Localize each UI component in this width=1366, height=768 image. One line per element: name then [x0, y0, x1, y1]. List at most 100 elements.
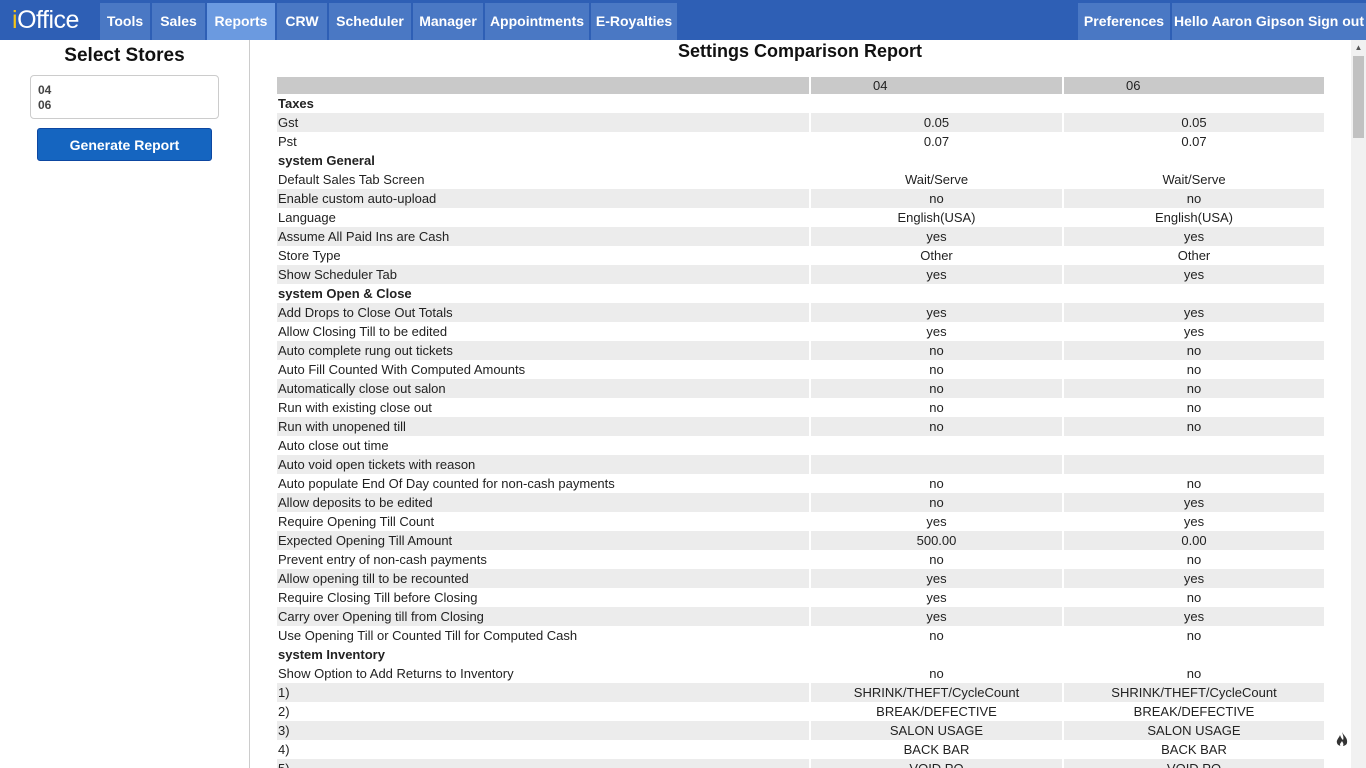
- setting-name: 5): [277, 759, 809, 768]
- store-06-value: SALON USAGE: [1064, 721, 1324, 740]
- comparison-table-body: 04 06 Taxes Gst 0.05 0.05 Pst 0.07 0.07 system …: [277, 77, 1324, 768]
- nav-scheduler[interactable]: Scheduler: [329, 3, 411, 40]
- store-04-value: BACK BAR: [903, 742, 970, 757]
- setting-name: Carry over Opening till from Closing: [277, 607, 809, 626]
- store-06-value: [1064, 151, 1324, 170]
- store-06-value: no: [1064, 341, 1324, 360]
- store-06-value: yes: [1064, 607, 1324, 626]
- table-row: Auto Fill Counted With Computed Amounts n…: [277, 360, 1324, 379]
- setting-name: Taxes: [278, 96, 314, 111]
- table-row: Prevent entry of non-cash payments no no: [277, 550, 1324, 569]
- report-title: Settings Comparison Report: [677, 41, 923, 61]
- setting-name: Allow Closing Till to be edited: [278, 324, 448, 339]
- header-setting: [277, 77, 809, 94]
- store-04-value: [811, 455, 1062, 474]
- table-row: Show Option to Add Returns to Inventory n…: [277, 664, 1324, 683]
- store-06-value: Other: [1177, 248, 1211, 263]
- store-04-value: yes: [811, 607, 1062, 626]
- setting-name: Show Scheduler Tab: [277, 265, 809, 284]
- store-06-value: no: [1186, 628, 1202, 643]
- setting-name: 1): [277, 683, 809, 702]
- nav-appointments[interactable]: Appointments: [485, 3, 589, 40]
- store-04-value: no: [811, 417, 1062, 436]
- store-06-value: yes: [1064, 227, 1324, 246]
- table-row: Require Opening Till Count yes yes: [277, 512, 1324, 531]
- store-04-value: yes: [811, 265, 1062, 284]
- store-06-value: yes: [1064, 569, 1324, 588]
- store-06-value: no: [1064, 417, 1324, 436]
- store-04-value: [811, 645, 1062, 664]
- setting-name: Enable custom auto-upload: [277, 189, 809, 208]
- store-06-value: no: [1064, 189, 1324, 208]
- nav-manager[interactable]: Manager: [413, 3, 483, 40]
- setting-name: Run with unopened till: [277, 417, 809, 436]
- setting-name: Auto populate End Of Day counted for non…: [278, 476, 615, 491]
- setting-name: Auto complete rung out tickets: [277, 341, 809, 360]
- table-row: Pst 0.07 0.07: [277, 132, 1324, 151]
- store-option[interactable]: 04: [38, 83, 211, 98]
- store-04-value: no: [929, 362, 944, 377]
- setting-name: Run with existing close out: [278, 400, 432, 415]
- section-header-row: system Open & Close: [277, 284, 1324, 303]
- store-option[interactable]: 06: [38, 98, 211, 113]
- store-04-value: [811, 151, 1062, 170]
- arrow-up-icon[interactable]: ▲: [1351, 40, 1366, 55]
- table-row: Auto populate End Of Day counted for non…: [277, 474, 1324, 493]
- store-06-value: no: [1186, 666, 1202, 681]
- setting-name: Language: [278, 210, 336, 225]
- store-06-value: [1064, 455, 1324, 474]
- logo[interactable]: iOffice: [0, 0, 98, 40]
- table-row: Assume All Paid Ins are Cash yes yes: [277, 227, 1324, 246]
- nav-reports[interactable]: Reports: [207, 3, 275, 40]
- nav-preferences[interactable]: Preferences: [1078, 3, 1170, 40]
- setting-name: Require Opening Till Count: [278, 514, 435, 529]
- setting-name: Show Option to Add Returns to Inventory: [278, 666, 514, 681]
- setting-name: Allow opening till to be recounted: [277, 569, 809, 588]
- generate-report-button[interactable]: Generate Report: [37, 128, 212, 161]
- store-06-value: [1064, 94, 1324, 113]
- table-row: Add Drops to Close Out Totals yes yes: [277, 303, 1324, 322]
- vertical-scrollbar[interactable]: ▲: [1351, 40, 1366, 768]
- table-row: Auto void open tickets with reason: [277, 455, 1324, 474]
- sidebar: Select Stores 04 06 Generate Report: [0, 40, 250, 768]
- store-04-value: no: [811, 379, 1062, 398]
- table-header-row: 04 06: [277, 77, 1324, 94]
- nav-e-royalties[interactable]: E-Royalties: [591, 3, 677, 40]
- store-04-value: yes: [926, 590, 947, 605]
- store-04-value: SALON USAGE: [811, 721, 1062, 740]
- setting-name: Require Closing Till before Closing: [278, 590, 478, 605]
- setting-name: Auto void open tickets with reason: [277, 455, 809, 474]
- comparison-table: 04 06 Taxes Gst 0.05 0.05 Pst 0.07 0.07 system …: [275, 77, 1326, 768]
- store-06-value: BACK BAR: [1161, 742, 1227, 757]
- setting-name: 4): [278, 742, 290, 757]
- nav-tools[interactable]: Tools: [100, 3, 150, 40]
- user-greeting: Hello Aaron Gipson Sign out: [1172, 3, 1366, 40]
- setting-name: Default Sales Tab Screen: [278, 172, 425, 187]
- header-store-06: 06: [1064, 77, 1324, 94]
- user-name: Aaron Gipson: [1211, 13, 1305, 29]
- setting-name: Assume All Paid Ins are Cash: [277, 227, 809, 246]
- sign-out-link[interactable]: Sign out: [1308, 13, 1364, 29]
- store-04-value: yes: [926, 514, 947, 529]
- sidebar-title: Select Stores: [64, 45, 185, 66]
- nav-sales[interactable]: Sales: [152, 3, 205, 40]
- store-06-value: no: [1186, 590, 1202, 605]
- table-row: Language English(USA) English(USA): [277, 208, 1324, 227]
- store-06-value: SHRINK/THEFT/CycleCount: [1064, 683, 1324, 702]
- store-04-value: yes: [926, 324, 947, 339]
- store-select-list[interactable]: 04 06: [30, 75, 219, 119]
- store-04-value: SHRINK/THEFT/CycleCount: [811, 683, 1062, 702]
- store-04-value: no: [929, 552, 944, 567]
- nav-crw[interactable]: CRW: [277, 3, 327, 40]
- scrollbar-thumb[interactable]: [1353, 56, 1364, 138]
- setting-name: Store Type: [278, 248, 341, 263]
- setting-name: Expected Opening Till Amount: [277, 531, 809, 550]
- table-row: Default Sales Tab Screen Wait/Serve Wait/S…: [277, 170, 1324, 189]
- store-06-value: no: [1186, 476, 1202, 491]
- flame-icon[interactable]: [1335, 731, 1349, 749]
- table-row: Expected Opening Till Amount 500.00 0.00: [277, 531, 1324, 550]
- table-row: Auto complete rung out tickets no no: [277, 341, 1324, 360]
- store-06-value: VOID PO: [1064, 759, 1324, 768]
- store-06-value: 0.05: [1064, 113, 1324, 132]
- hello-text: Hello: [1173, 13, 1209, 29]
